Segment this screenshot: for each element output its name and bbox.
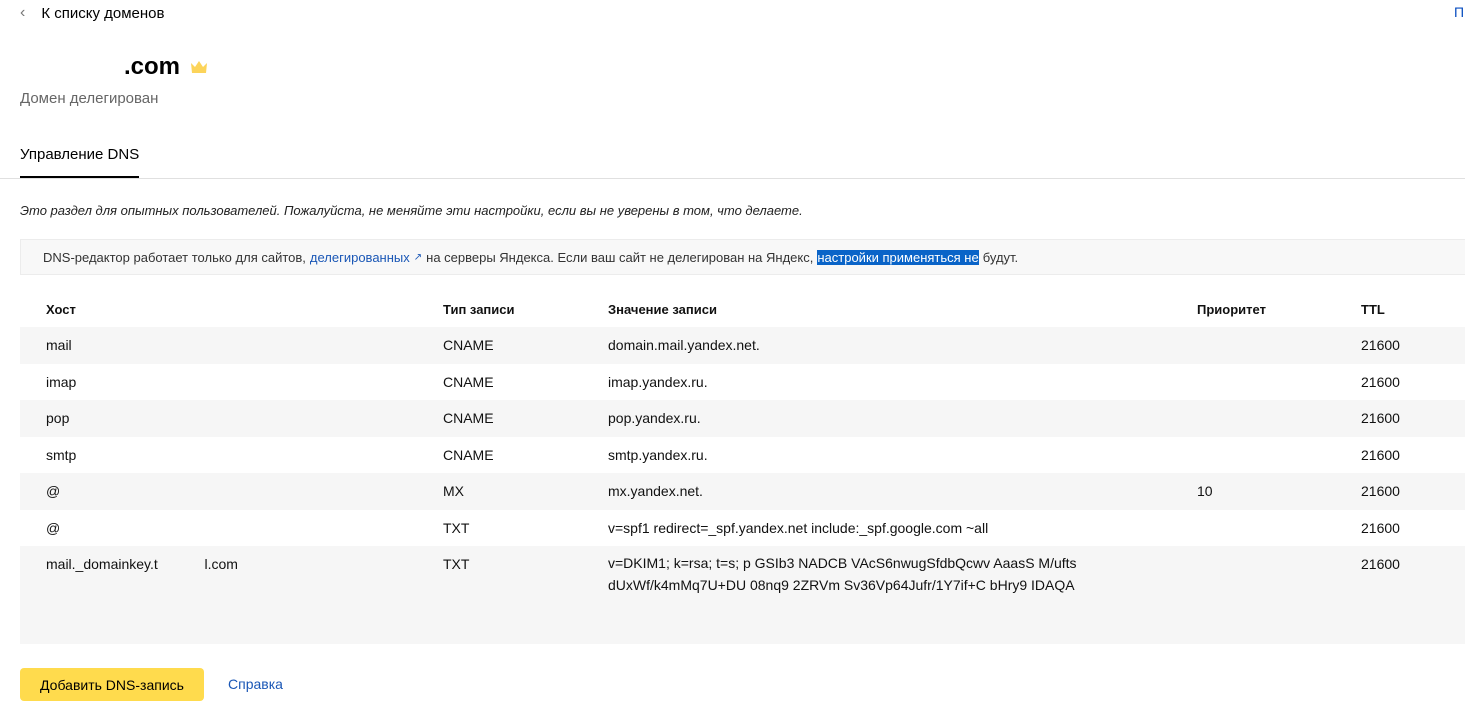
cell-ttl: 21600 xyxy=(1361,373,1400,390)
cell-priority: 10 xyxy=(1197,483,1213,499)
cell-type: CNAME xyxy=(443,446,494,463)
table-row[interactable]: imap CNAME imap.yandex.ru. 21600 xyxy=(20,364,1465,401)
cell-type: TXT xyxy=(443,556,470,572)
domain-status: Домен делегирован xyxy=(20,90,159,107)
external-link-icon: ↗ xyxy=(413,251,423,263)
cell-type: MX xyxy=(443,483,464,499)
header-value: Значение записи xyxy=(608,302,717,317)
dns-records-table: Хост Тип записи Значение записи Приорите… xyxy=(20,291,1465,644)
tabs-bar: Управление DNS xyxy=(0,140,1465,179)
header-host: Хост xyxy=(46,302,76,317)
cell-value: domain.mail.yandex.net. xyxy=(608,337,760,353)
info-text-after: будут. xyxy=(982,249,1019,265)
table-row[interactable]: smtp CNAME smtp.yandex.ru. 21600 xyxy=(20,437,1465,474)
page: ‹ К списку доменов П .com Домен делегиро… xyxy=(0,0,1465,721)
cell-value: mx.yandex.net. xyxy=(608,483,703,499)
header-priority: Приоритет xyxy=(1197,302,1266,317)
cell-host: smtp xyxy=(46,446,77,463)
cell-value: pop.yandex.ru. xyxy=(608,410,701,426)
table-header: Хост Тип записи Значение записи Приорите… xyxy=(20,291,1465,327)
header-type: Тип записи xyxy=(443,302,515,317)
cell-type: CNAME xyxy=(443,410,494,426)
cell-type: CNAME xyxy=(443,337,494,353)
cell-host: imap xyxy=(46,373,77,390)
expert-warning: Это раздел для опытных пользователей. По… xyxy=(20,203,803,218)
cell-ttl: 21600 xyxy=(1361,519,1400,536)
back-to-domains-link[interactable]: ‹ К списку доменов xyxy=(20,2,164,24)
cell-ttl: 21600 xyxy=(1361,483,1400,499)
cell-host: pop xyxy=(46,410,70,426)
cell-ttl: 21600 xyxy=(1361,410,1400,426)
cell-host: @ xyxy=(46,519,61,536)
info-text-middle: на серверы Яндекса. Если ваш сайт не дел… xyxy=(426,249,814,265)
cell-value: v=DKIM1; k=rsa; t=s; p GSIb3 NADCB VAcS6… xyxy=(608,555,1077,593)
add-dns-record-button[interactable]: Добавить DNS-запись xyxy=(20,668,204,701)
domain-title: .com xyxy=(124,52,208,82)
cell-ttl: 21600 xyxy=(1361,446,1400,463)
domain-name: .com xyxy=(124,53,181,80)
table-row[interactable]: mail CNAME domain.mail.yandex.net. 21600 xyxy=(20,327,1465,364)
cell-value: v=spf1 redirect=_spf.yandex.net include:… xyxy=(608,519,989,536)
cell-ttl: 21600 xyxy=(1361,556,1400,572)
help-link[interactable]: Справка xyxy=(228,676,283,692)
cell-host: @ xyxy=(46,483,61,499)
chevron-left-icon: ‹ xyxy=(20,4,26,21)
table-row[interactable]: mail._domainkey.t l.com TXT v=DKIM1; k=r… xyxy=(20,546,1465,644)
info-text-before: DNS-редактор работает только для сайтов, xyxy=(43,249,306,265)
header-ttl: TTL xyxy=(1361,302,1385,317)
tab-dns-management[interactable]: Управление DNS xyxy=(20,146,140,178)
back-link-label: К списку доменов xyxy=(41,4,165,22)
dns-info-box: DNS-редактор работает только для сайтов,… xyxy=(20,239,1465,275)
cell-value: smtp.yandex.ru. xyxy=(608,446,708,463)
cell-ttl: 21600 xyxy=(1361,337,1400,353)
corner-link[interactable]: П xyxy=(1454,4,1464,20)
crown-icon xyxy=(190,60,208,75)
info-text-highlight: настройки применяться не xyxy=(817,249,979,265)
cell-value: imap.yandex.ru. xyxy=(608,373,708,390)
cell-host: mail._domainkey.t l.com xyxy=(46,556,238,572)
cell-type: TXT xyxy=(443,519,470,536)
cell-type: CNAME xyxy=(443,373,494,390)
table-row[interactable]: @ MX mx.yandex.net. 10 21600 xyxy=(20,473,1465,510)
delegated-link-label: делегированных xyxy=(309,249,410,265)
cell-host: mail xyxy=(46,337,72,353)
table-row[interactable]: @ TXT v=spf1 redirect=_spf.yandex.net in… xyxy=(20,510,1465,547)
delegated-link[interactable]: делегированных ↗ xyxy=(310,250,422,265)
table-row[interactable]: pop CNAME pop.yandex.ru. 21600 xyxy=(20,400,1465,437)
